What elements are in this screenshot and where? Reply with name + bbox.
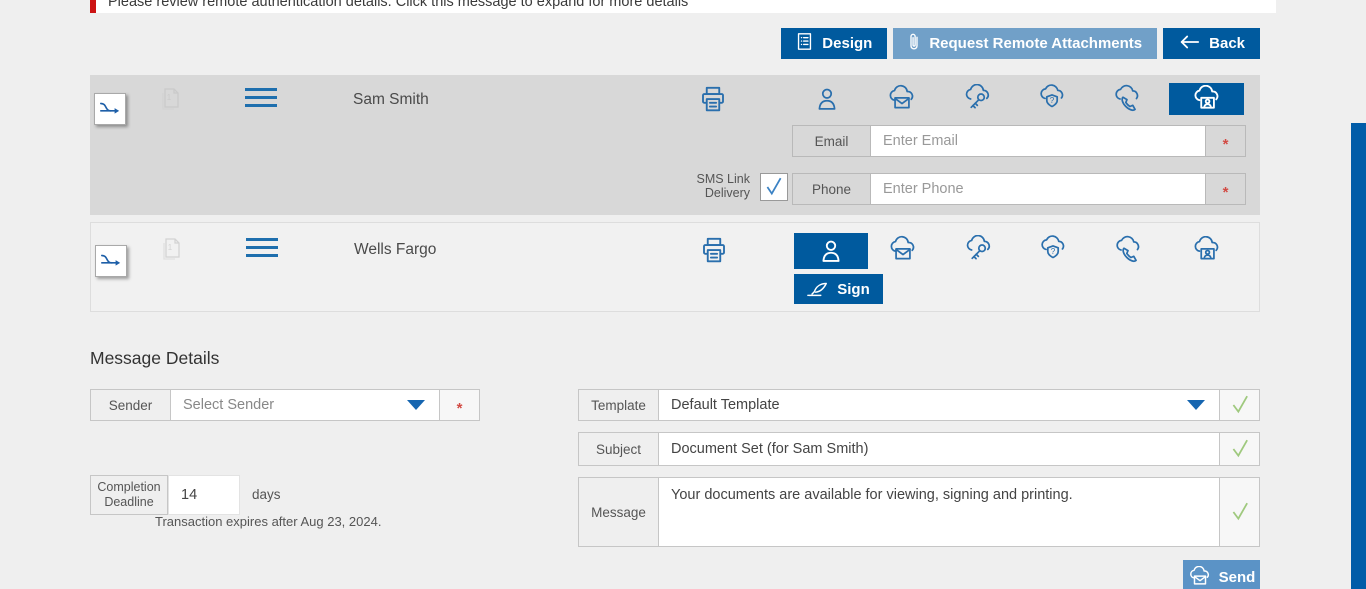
reorder-icon <box>100 252 122 270</box>
reorder-icon <box>99 100 121 118</box>
svg-text:?: ? <box>1051 247 1056 256</box>
recipient-name: Sam Smith <box>353 91 429 109</box>
subject-field-group: Subject <box>578 432 1260 466</box>
phone-input[interactable] <box>871 174 1205 204</box>
key-auth-icon[interactable] <box>962 84 992 114</box>
toolbar: Design Request Remote Attachments Back <box>0 28 1260 59</box>
phone-required-flag: * <box>1205 174 1245 204</box>
completion-deadline-unit: days <box>252 487 281 502</box>
reorder-button[interactable] <box>94 93 126 125</box>
document-count-icon[interactable]: 1 <box>158 85 184 120</box>
reorder-button[interactable] <box>95 245 127 277</box>
recipient-name: Wells Fargo <box>354 241 436 259</box>
svg-text:1: 1 <box>167 93 172 102</box>
template-field-group: Template Default Template <box>578 389 1260 421</box>
paperclip-icon <box>908 32 920 56</box>
subject-valid-flag <box>1219 433 1259 465</box>
dropdown-caret-icon[interactable] <box>407 400 425 410</box>
template-dropdown[interactable]: Default Template <box>659 390 1219 420</box>
valid-check-icon <box>1229 438 1251 460</box>
template-value: Default Template <box>671 397 780 413</box>
email-delivery-icon[interactable] <box>887 84 917 114</box>
video-id-auth-icon <box>1192 85 1222 113</box>
subject-field <box>659 433 1219 465</box>
scrollbar-thumb[interactable] <box>1351 123 1366 589</box>
sms-link-delivery-checkbox[interactable] <box>760 173 788 201</box>
back-button-label: Back <box>1209 35 1245 52</box>
phone-field-group: Phone * <box>792 173 1246 205</box>
signer-person-button-selected[interactable] <box>794 233 868 269</box>
menu-icon[interactable] <box>245 88 277 107</box>
email-input[interactable] <box>871 126 1205 156</box>
email-field-group: Email * <box>792 125 1246 157</box>
email-required-flag: * <box>1205 126 1245 156</box>
template-label: Template <box>579 390 659 420</box>
sender-placeholder: Select Sender <box>183 397 274 413</box>
printer-icon[interactable] <box>699 235 729 265</box>
message-details-heading: Message Details <box>90 348 219 369</box>
back-arrow-icon <box>1178 34 1200 54</box>
completion-deadline-input[interactable] <box>168 475 240 515</box>
sms-auth-icon[interactable] <box>1113 235 1143 265</box>
send-button-label: Send <box>1219 569 1256 586</box>
send-envelope-icon <box>1188 566 1212 588</box>
send-button[interactable]: Send <box>1183 560 1260 589</box>
sms-link-delivery-label: SMS Link Delivery <box>688 172 750 200</box>
alert-message: Please review remote authentication deta… <box>108 0 688 10</box>
message-textarea[interactable]: Your documents are available for viewing… <box>659 478 1219 546</box>
sign-button-label: Sign <box>837 281 870 298</box>
document-count-icon[interactable]: 1 <box>159 235 185 270</box>
alert-severity-bar <box>90 0 96 13</box>
phone-label: Phone <box>793 174 871 204</box>
request-remote-attachments-button[interactable]: Request Remote Attachments <box>893 28 1157 59</box>
signer-person-icon <box>817 237 845 265</box>
dropdown-caret-icon[interactable] <box>1187 400 1205 410</box>
qa-auth-icon[interactable]: ? <box>1037 84 1067 114</box>
email-label: Email <box>793 126 871 156</box>
message-field-group: Message Your documents are available for… <box>578 477 1260 547</box>
completion-deadline-label: Completion Deadline <box>90 475 168 515</box>
template-valid-flag <box>1219 390 1259 420</box>
request-remote-attachments-label: Request Remote Attachments <box>929 35 1142 52</box>
svg-text:?: ? <box>1050 96 1055 105</box>
subject-label: Subject <box>579 433 659 465</box>
sign-quill-icon <box>807 281 829 297</box>
sms-auth-icon[interactable] <box>1112 84 1142 114</box>
design-button-label: Design <box>822 35 872 52</box>
message-valid-flag <box>1219 478 1259 546</box>
key-auth-icon[interactable] <box>963 235 993 265</box>
signer-person-icon[interactable] <box>812 84 842 114</box>
sender-label: Sender <box>91 390 171 420</box>
sender-required-flag: * <box>439 390 479 420</box>
video-id-auth-icon[interactable] <box>1192 235 1222 265</box>
expiry-note: Transaction expires after Aug 23, 2024. <box>155 514 381 529</box>
checkbox-check-icon <box>763 176 785 198</box>
design-button[interactable]: Design <box>781 28 887 59</box>
sender-dropdown[interactable]: Select Sender <box>171 390 439 420</box>
svg-text:1: 1 <box>168 243 173 252</box>
menu-icon[interactable] <box>246 238 278 257</box>
valid-check-icon <box>1229 501 1251 523</box>
subject-input[interactable] <box>671 441 1207 457</box>
recipient-row-wells-fargo: 1 Wells Fargo ? Sign <box>90 222 1260 312</box>
sender-field-group: Sender Select Sender * <box>90 389 480 421</box>
printer-icon[interactable] <box>698 84 728 114</box>
qa-auth-icon[interactable]: ? <box>1038 235 1068 265</box>
back-button[interactable]: Back <box>1163 28 1260 59</box>
alert-banner[interactable]: Please review remote authentication deta… <box>90 0 1276 13</box>
sign-button[interactable]: Sign <box>794 274 883 304</box>
video-id-auth-button-selected[interactable] <box>1169 83 1244 115</box>
message-label: Message <box>579 478 659 546</box>
recipient-row-sam-smith: 1 Sam Smith ? Email * SMS Link Delivery … <box>90 75 1260 215</box>
email-delivery-icon[interactable] <box>888 235 918 265</box>
valid-check-icon <box>1229 394 1251 416</box>
design-doc-icon <box>796 32 813 55</box>
